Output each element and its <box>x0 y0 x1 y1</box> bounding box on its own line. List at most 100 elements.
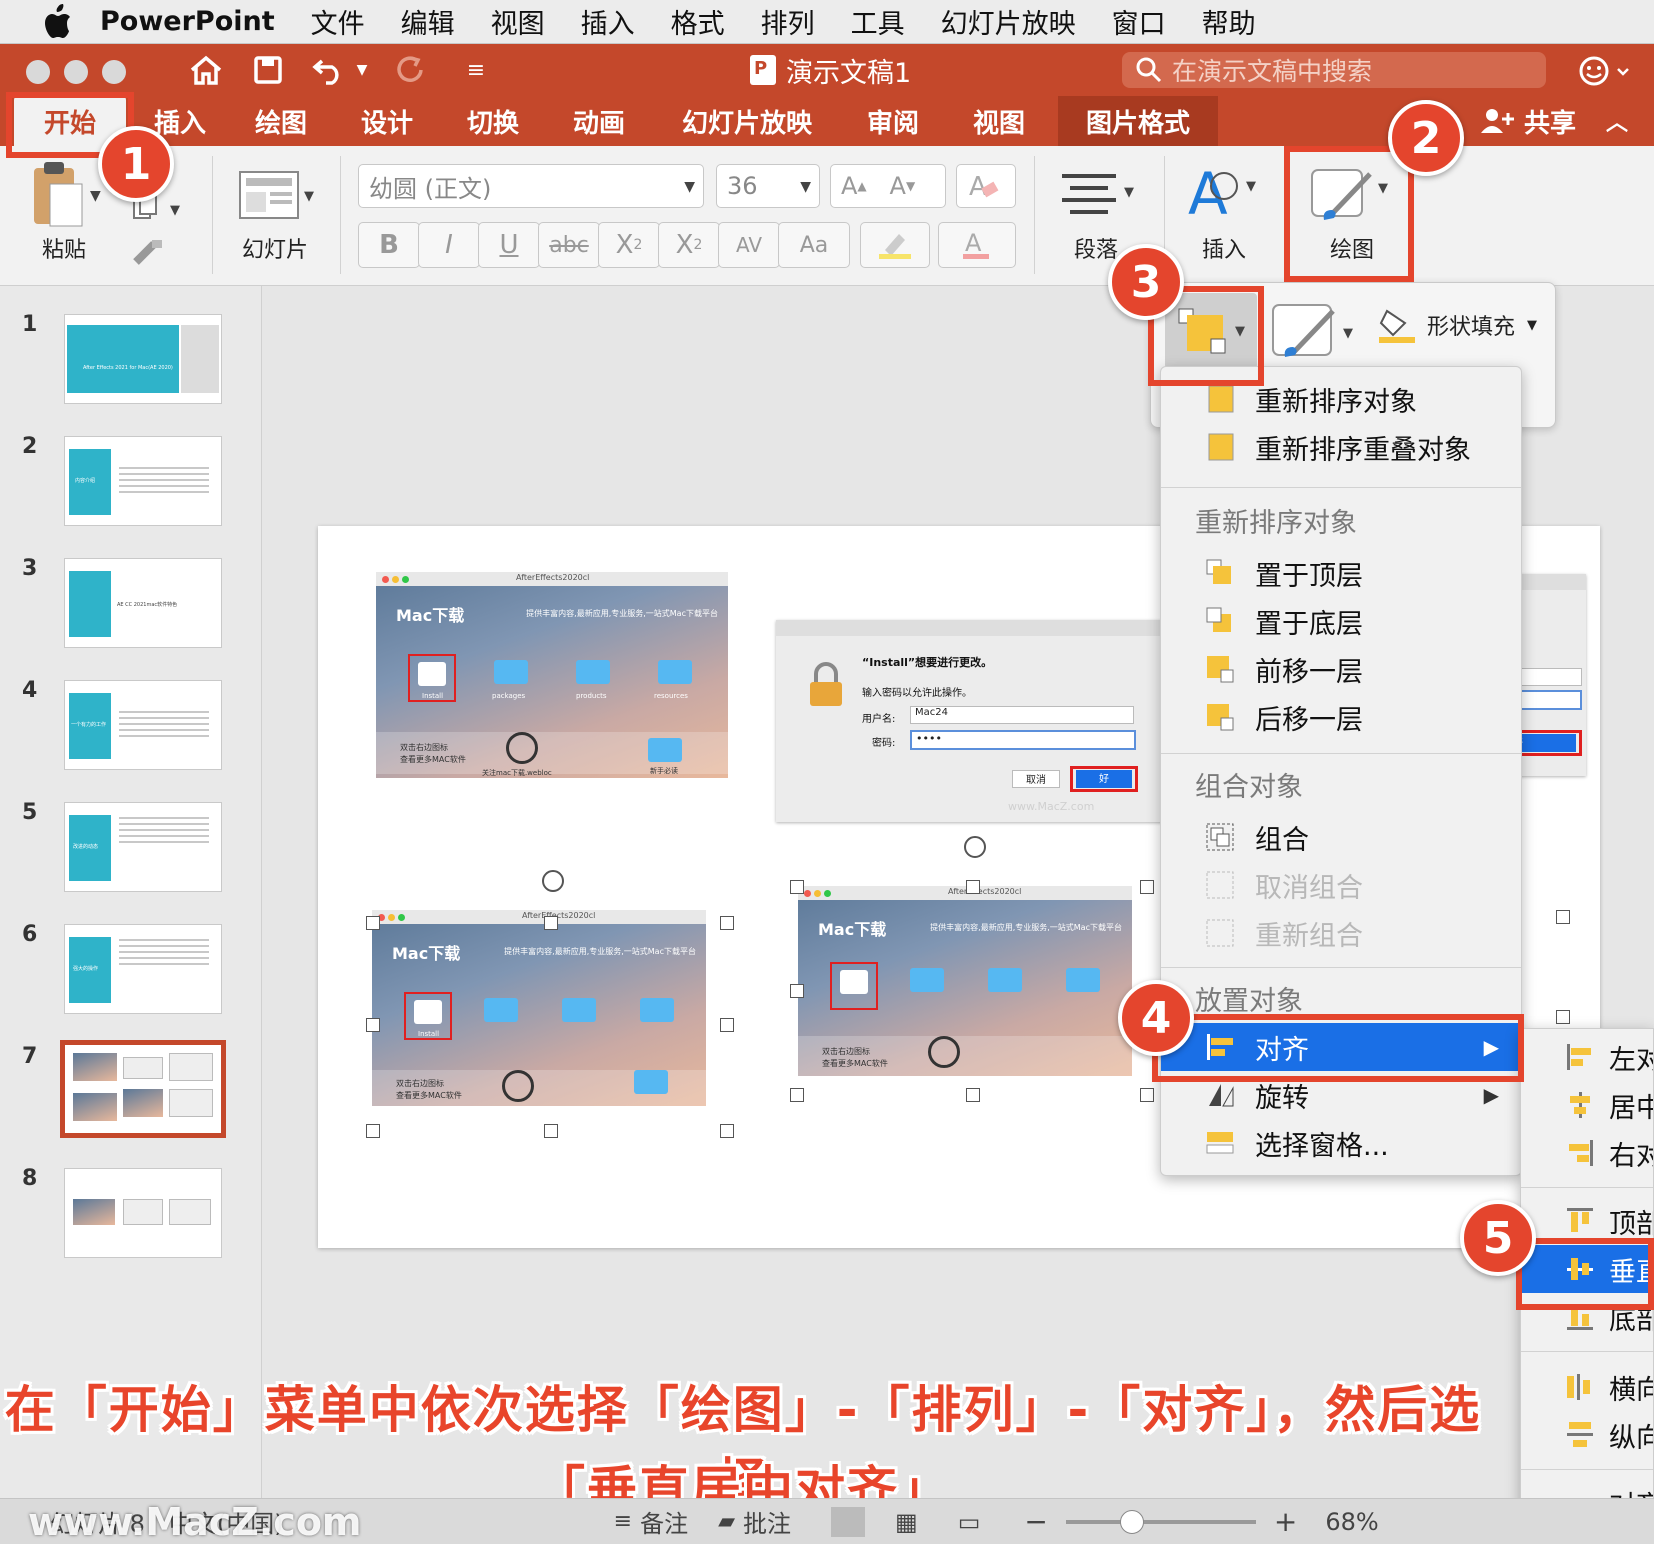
resize-handle[interactable] <box>1140 880 1154 894</box>
font-size-select[interactable]: 36 ▼ <box>716 164 820 208</box>
menu-insert[interactable]: 插入 <box>581 2 635 41</box>
share-button[interactable]: 共享 ︿ <box>1480 96 1628 146</box>
zoom-slider-thumb[interactable] <box>1119 1509 1144 1534</box>
minimize-window-button[interactable] <box>64 60 88 84</box>
quick-styles-button[interactable]: ▼ <box>1271 301 1361 365</box>
resize-handle[interactable] <box>720 1018 734 1032</box>
slide-thumbnail-selected[interactable] <box>60 1040 226 1138</box>
cancel-button[interactable]: 取消 <box>1012 770 1060 788</box>
bold-button[interactable]: B <box>358 222 420 268</box>
resize-handle[interactable] <box>720 916 734 930</box>
resize-handle[interactable] <box>366 1018 380 1032</box>
collapse-ribbon-icon[interactable]: ︿ <box>1606 105 1628 137</box>
tab-slideshow[interactable]: 幻灯片放映 <box>674 96 820 146</box>
menu-edit[interactable]: 编辑 <box>401 2 455 41</box>
slide-thumbnail[interactable]: AE CC 2021mac软件特色 <box>64 558 222 648</box>
subscript-button[interactable]: X2 <box>658 222 720 268</box>
menu-help[interactable]: 帮助 <box>1202 2 1256 41</box>
tab-view[interactable]: 视图 <box>958 96 1040 146</box>
menu-view[interactable]: 视图 <box>491 2 545 41</box>
font-name-select[interactable]: 幼圆 (正文) ▼ <box>358 164 704 208</box>
resize-handle[interactable] <box>544 1124 558 1138</box>
slide-thumbnail-panel[interactable]: 1 After Effects 2021 for Mac(AE 2020) 2 … <box>0 286 262 1498</box>
resize-handle[interactable] <box>790 880 804 894</box>
paragraph-button[interactable]: ▼ <box>1060 166 1140 226</box>
shape-fill-button[interactable]: 形状填充 ▼ <box>1377 305 1537 345</box>
tab-draw[interactable]: 绘图 <box>240 96 322 146</box>
resize-handle[interactable] <box>790 1088 804 1102</box>
screenshot-image-selected[interactable]: AfterEffects2020cl Mac下载 提供丰富内容,最新应用,专业服… <box>372 910 706 1106</box>
ok-button[interactable]: 好 <box>1076 770 1132 788</box>
customize-toolbar-icon[interactable]: ≡ <box>456 52 496 88</box>
resize-handle[interactable] <box>790 984 804 998</box>
redo-icon[interactable] <box>390 52 430 88</box>
menu-tools[interactable]: 工具 <box>851 2 905 41</box>
submenu-item-align-center[interactable]: 居中 <box>1521 1081 1653 1129</box>
apple-icon[interactable] <box>38 2 78 42</box>
menu-arrange[interactable]: 排列 <box>761 2 815 41</box>
comments-button[interactable]: ▰ 批注 <box>718 1504 791 1539</box>
search-input[interactable]: 在演示文稿中搜索 <box>1122 52 1546 88</box>
screenshot-image-selected[interactable]: AfterEffects2020cl Mac下载 提供丰富内容,最新应用,专业服… <box>798 886 1132 1076</box>
normal-view-icon[interactable] <box>831 1506 865 1537</box>
zoom-slider[interactable] <box>1065 1509 1256 1534</box>
menu-item-reorder-overlap[interactable]: 重新排序重叠对象 <box>1161 423 1521 471</box>
superscript-button[interactable]: X2 <box>598 222 660 268</box>
resize-handle[interactable] <box>1556 910 1570 924</box>
undo-dropdown-icon[interactable]: ▼ <box>350 52 374 88</box>
menu-slideshow[interactable]: 幻灯片放映 <box>941 2 1076 41</box>
menu-file[interactable]: 文件 <box>311 2 365 41</box>
menu-window[interactable]: 窗口 <box>1112 2 1166 41</box>
screenshot-image[interactable]: AfterEffects2020cl Mac下载 提供丰富内容,最新应用,专业服… <box>376 572 728 778</box>
tab-animations[interactable]: 动画 <box>558 96 640 146</box>
slide-thumbnail[interactable] <box>64 1168 222 1258</box>
zoom-level[interactable]: 68% <box>1325 1508 1378 1536</box>
notes-button[interactable]: ≡ 备注 <box>614 1504 688 1539</box>
resize-handle[interactable] <box>1140 1088 1154 1102</box>
font-color-button[interactable]: A <box>938 222 1016 268</box>
resize-handle[interactable] <box>966 1088 980 1102</box>
menu-item-bring-to-front[interactable]: 置于顶层 <box>1161 549 1521 597</box>
rotate-handle-icon[interactable] <box>964 836 986 858</box>
tab-transitions[interactable]: 切换 <box>452 96 534 146</box>
rotate-handle-icon[interactable] <box>542 870 564 892</box>
close-window-button[interactable] <box>26 60 50 84</box>
zoom-window-button[interactable] <box>102 60 126 84</box>
clear-format-icon[interactable]: A <box>956 164 1016 208</box>
change-case-button[interactable]: Aa <box>778 222 850 268</box>
menu-app-name[interactable]: PowerPoint <box>100 6 275 37</box>
insert-button[interactable]: A ▼ <box>1184 160 1264 230</box>
slide-sorter-icon[interactable]: ▦ <box>895 1508 918 1536</box>
resize-handle[interactable] <box>544 916 558 930</box>
zoom-out-icon[interactable]: − <box>1024 1505 1047 1538</box>
new-slide-button[interactable]: ▼ <box>238 170 318 230</box>
menu-item-group[interactable]: 组合 <box>1161 813 1521 861</box>
home-icon[interactable] <box>186 52 226 88</box>
tab-picture-format[interactable]: 图片格式 <box>1058 96 1218 146</box>
feedback-smiley-icon[interactable] <box>1578 55 1636 91</box>
menu-item-bring-forward[interactable]: 前移一层 <box>1161 645 1521 693</box>
resize-handle[interactable] <box>720 1124 734 1138</box>
underline-button[interactable]: U <box>478 222 540 268</box>
italic-button[interactable]: I <box>418 222 480 268</box>
tab-design[interactable]: 设计 <box>346 96 428 146</box>
character-spacing-button[interactable]: AV <box>718 222 780 268</box>
slide-thumbnail[interactable]: After Effects 2021 for Mac(AE 2020) <box>64 314 222 404</box>
resize-handle[interactable] <box>366 1124 380 1138</box>
strikethrough-button[interactable]: abc <box>538 222 600 268</box>
submenu-item-align-right[interactable]: 右对 <box>1521 1129 1653 1177</box>
username-field[interactable]: Mac24 <box>910 706 1134 724</box>
menu-item-send-backward[interactable]: 后移一层 <box>1161 693 1521 741</box>
password-dialog-image[interactable]: “Install”想要进行更改。 输入密码以允许此操作。 用户名: Mac24 … <box>776 620 1212 822</box>
menu-item-selection-pane[interactable]: 选择窗格... <box>1161 1119 1521 1167</box>
save-icon[interactable] <box>248 52 288 88</box>
presenter-view-icon[interactable]: ▭ <box>958 1508 981 1536</box>
resize-handle[interactable] <box>1556 1010 1570 1024</box>
submenu-item-align-left[interactable]: 左对 <box>1521 1033 1653 1081</box>
password-field[interactable]: •••• <box>910 730 1136 750</box>
slide-thumbnail[interactable]: 内容介绍 <box>64 436 222 526</box>
highlight-color-button[interactable] <box>860 222 930 268</box>
slide-thumbnail[interactable]: 强大的操作 <box>64 924 222 1014</box>
slide-thumbnail[interactable]: 一个有力的工作 <box>64 680 222 770</box>
zoom-in-icon[interactable]: + <box>1274 1505 1297 1538</box>
